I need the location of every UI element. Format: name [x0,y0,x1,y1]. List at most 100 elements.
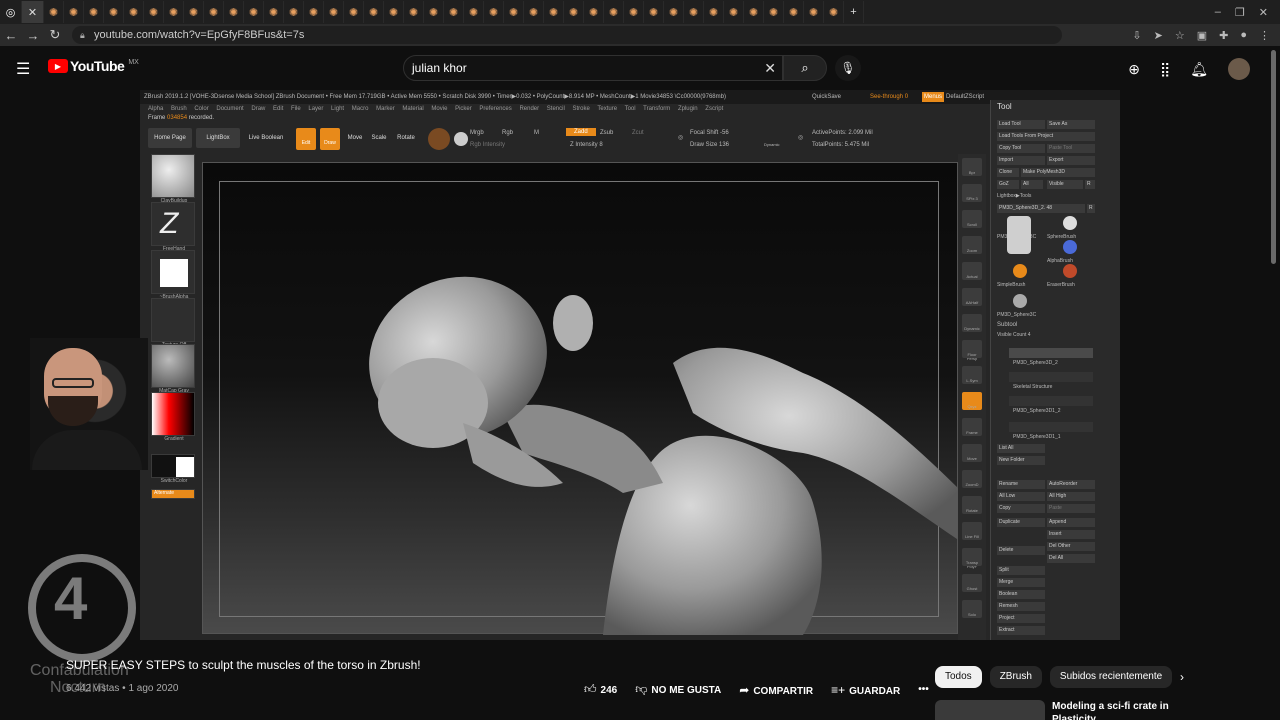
instagram-tab-icon[interactable]: ◎ [0,1,22,23]
browser-tab[interactable]: ✺ [624,1,644,23]
tool-button: GoZ [997,180,1019,189]
browser-tab[interactable]: ✺ [644,1,664,23]
browser-tab[interactable]: ✺ [704,1,724,23]
browser-tab[interactable]: ✺ [204,1,224,23]
browser-tab[interactable]: ✺ [284,1,304,23]
new-tab-icon[interactable]: + [844,1,864,23]
browser-tab[interactable]: ✺ [604,1,624,23]
bookmark-icon[interactable]: ☆ [1175,29,1185,42]
menu-dots-icon[interactable]: ⋮ [1259,29,1270,42]
youtube-logo[interactable]: ▶ YouTube MX [48,58,139,74]
browser-tab[interactable]: ✺ [344,1,364,23]
profile-icon[interactable]: ● [1240,29,1247,41]
active-points: ActivePoints: 2.099 Mil [812,130,873,136]
browser-tab[interactable]: ✺ [304,1,324,23]
dislike-button[interactable]: 👎︎ NO ME GUSTA [635,682,721,697]
browser-tab[interactable]: ✺ [484,1,504,23]
browser-tab[interactable]: ✺ [784,1,804,23]
browser-tab[interactable]: ✺ [364,1,384,23]
chip-all[interactable]: Todos [935,666,982,688]
recommended-title[interactable]: Modeling a sci-fi crate in Plasticity [1052,700,1192,720]
voice-search-button[interactable]: 🎙︎ [835,55,861,81]
close-tab-icon[interactable]: ✕ [22,1,44,23]
notifications-bell-icon[interactable]: 🔔︎ [1190,61,1208,78]
browser-tab[interactable]: ✺ [64,1,84,23]
chip-zbrush[interactable]: ZBrush [989,666,1042,688]
minimize-icon[interactable]: – [1215,6,1221,18]
browser-tab[interactable]: ✺ [664,1,684,23]
search-button[interactable]: ⌕ [783,55,827,81]
zbrush-left-slot: Alternate [151,489,195,499]
hamburger-menu-icon[interactable]: ☰ [16,59,30,79]
url-field[interactable]: 🔒︎ youtube.com/watch?v=EpGfyF8BFus&t=7s [72,26,1062,44]
browser-tab[interactable]: ✺ [744,1,764,23]
browser-tab[interactable]: ✺ [804,1,824,23]
browser-tab[interactable]: ✺ [224,1,244,23]
browser-tab[interactable]: ✺ [324,1,344,23]
lock-icon: 🔒︎ [80,30,85,40]
chip-recent[interactable]: Subidos recientemente [1049,666,1173,688]
forward-icon[interactable]: → [22,28,44,43]
browser-tab[interactable]: ✺ [824,1,844,23]
browser-tab[interactable]: ✺ [524,1,544,23]
send-icon[interactable]: ➤ [1154,29,1163,42]
browser-tab[interactable]: ✺ [564,1,584,23]
browser-tab[interactable]: ✺ [164,1,184,23]
reload-icon[interactable]: ↻ [44,27,66,43]
close-window-icon[interactable]: ✕ [1259,6,1268,19]
tool-button: Export [1047,156,1095,165]
browser-tab[interactable]: ✺ [184,1,204,23]
browser-tab[interactable]: ✺ [764,1,784,23]
chevron-right-icon[interactable]: › [1180,670,1184,684]
browser-tab[interactable]: ✺ [424,1,444,23]
save-button[interactable]: ≡+ GUARDAR [831,683,900,697]
clear-search-icon[interactable]: ✕ [764,56,776,80]
video-player[interactable]: ZBrush 2019.1.2 [VOHE-3Dsense Media Scho… [140,90,1120,640]
puzzle-icon[interactable]: ✚ [1219,29,1228,42]
install-icon[interactable]: ⇩ [1132,29,1141,42]
live-boolean-button: Live Boolean [248,135,284,141]
zbrush-right-shelf: Bpr SPix 3 Scroll Zoom Actual AAHalf Dynamic P… [958,154,986,640]
browser-tab[interactable]: ✺ [544,1,564,23]
browser-tab[interactable]: ✺ [444,1,464,23]
zbrush-left-slot: Texture Off [151,298,195,348]
more-actions-icon[interactable]: ••• [918,684,929,695]
create-video-icon[interactable]: ⊕ [1128,61,1140,78]
extension-icon[interactable]: ▣ [1197,29,1207,42]
zbrush-view-button: Qxyz [962,392,982,410]
browser-tab[interactable]: ✺ [84,1,104,23]
browser-tab[interactable]: ✺ [464,1,484,23]
browser-tab[interactable]: ✺ [404,1,424,23]
zbrush-view-button: Bpr [962,158,982,176]
browser-tab[interactable]: ✺ [724,1,744,23]
browser-tab[interactable]: ✺ [584,1,604,23]
apps-grid-icon[interactable]: ⣿ [1160,61,1170,78]
points-icon: ◎ [798,135,804,141]
like-button[interactable]: 👍︎ 246 [584,682,617,697]
avatar[interactable] [1228,58,1250,80]
browser-tab[interactable]: ✺ [44,1,64,23]
browser-tab[interactable]: ✺ [104,1,124,23]
browser-tab[interactable]: ✺ [144,1,164,23]
browser-tab[interactable]: ✺ [684,1,704,23]
tool-button: All [1021,180,1043,189]
maximize-icon[interactable]: ❐ [1235,6,1245,19]
share-button[interactable]: ➦ COMPARTIR [739,683,813,697]
zbrush-view-button: L.Sym [962,366,982,384]
browser-tab[interactable]: ✺ [264,1,284,23]
browser-tab[interactable]: ✺ [504,1,524,23]
recommended-thumbnail[interactable] [935,700,1045,720]
browser-tab[interactable]: ✺ [124,1,144,23]
header-actions: ⊕ ⣿ 🔔︎ [1128,58,1250,80]
browser-tab[interactable]: ✺ [244,1,264,23]
tool-button: Copy [997,504,1045,513]
tool-button: AutoReorder [1047,480,1095,489]
browser-tabstrip: ◎ ✕ ✺ ✺ ✺ ✺ ✺ ✺ ✺ ✺ ✺ ✺ ✺ ✺ ✺ ✺ ✺ ✺ ✺ ✺ ✺ ✺ ✺ ✺ ✺ ✺ ✺ ✺ ✺ ✺ ✺ ✺ ✺ ✺ ✺ ✺ ✺ ✺… [0,0,1280,24]
page-scrollbar[interactable] [1271,50,1276,264]
browser-tab[interactable]: ✺ [384,1,404,23]
tool-button: Paste Tool [1047,144,1095,153]
tool-label: Lightbox▶Tools [997,193,1032,199]
back-icon[interactable]: ← [0,28,22,43]
search-input[interactable]: julian khor ✕ [403,55,783,81]
zbrush-view-button: Ghost [962,574,982,592]
